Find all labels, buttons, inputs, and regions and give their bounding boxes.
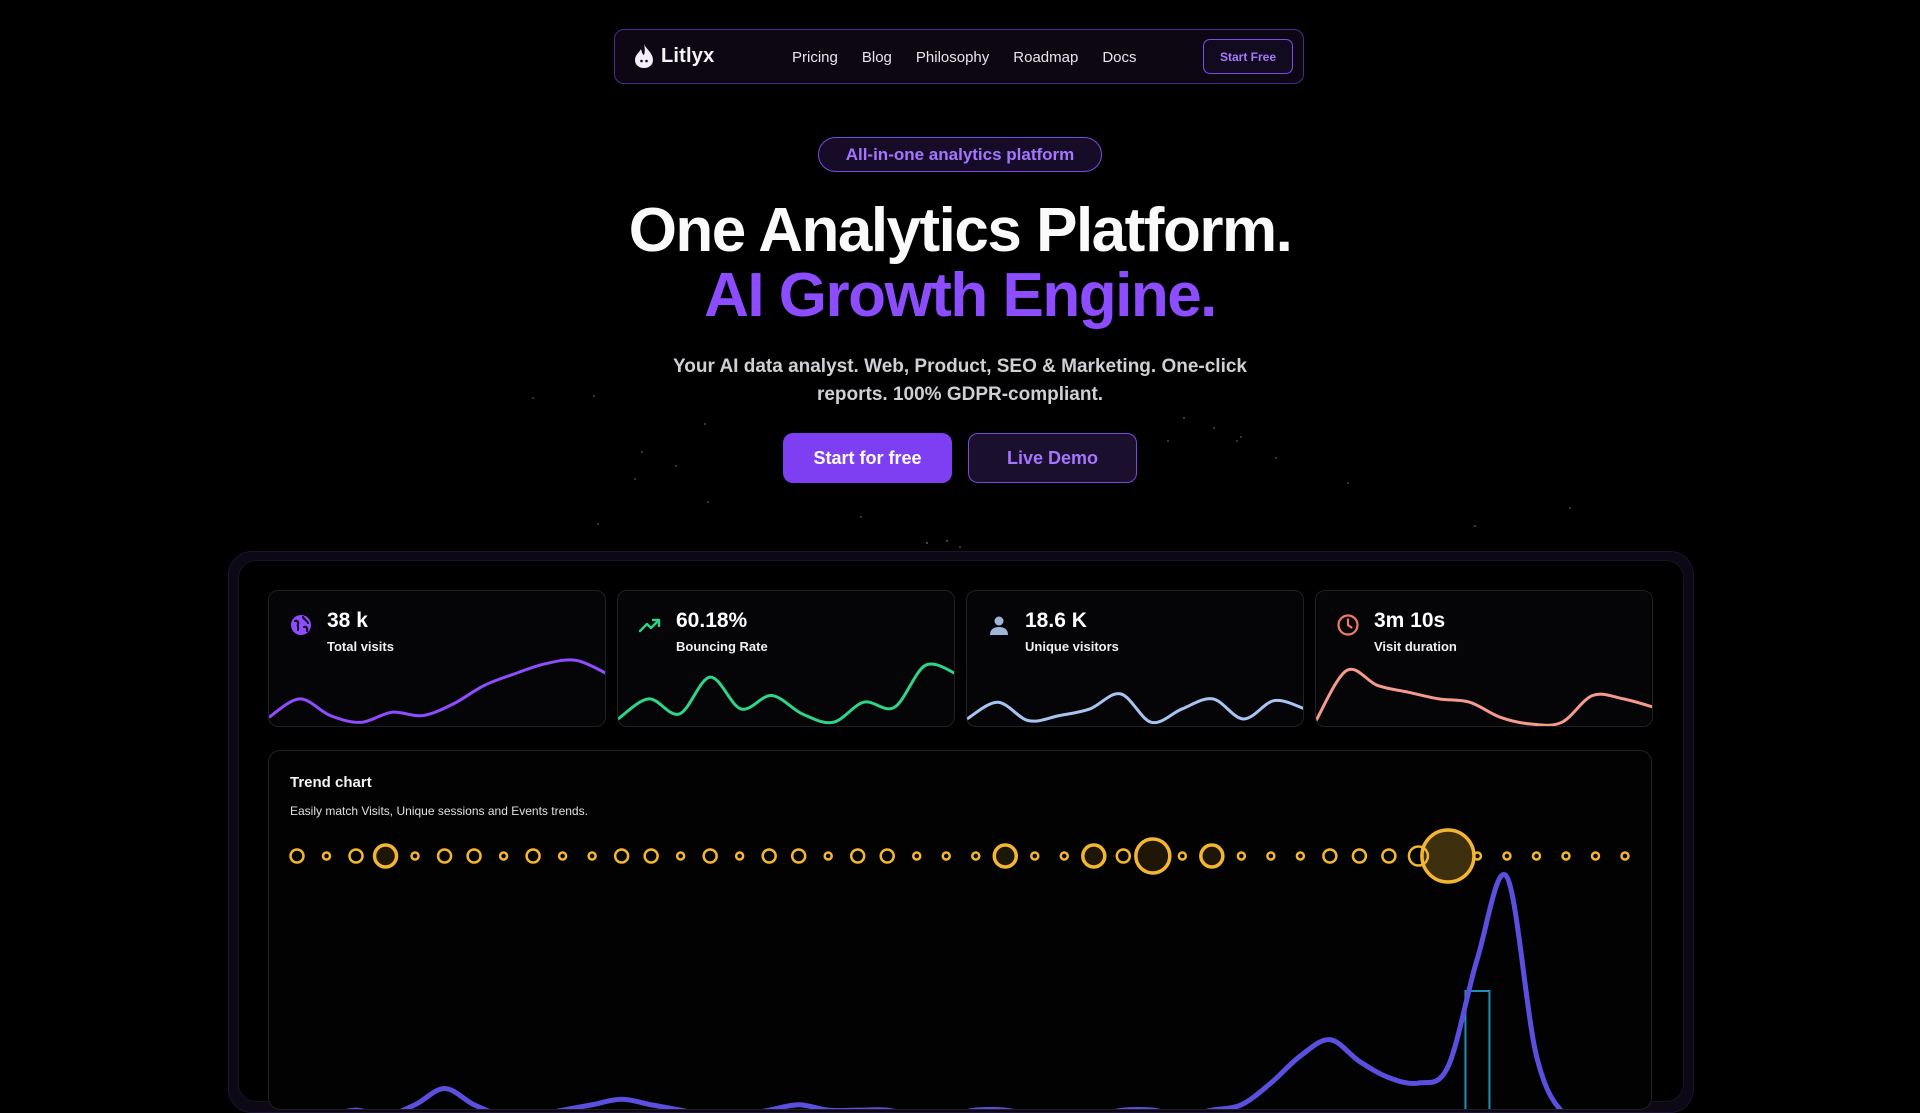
events-dot bbox=[1030, 851, 1040, 861]
events-dot bbox=[289, 848, 305, 864]
stat-card-total-visits: 38 k Total visits bbox=[268, 590, 606, 727]
nav-links: Pricing Blog Philosophy Roadmap Docs bbox=[792, 30, 1137, 85]
events-dot bbox=[1531, 851, 1542, 861]
events-dot bbox=[372, 843, 399, 869]
events-dot bbox=[321, 851, 332, 861]
events-dot bbox=[1177, 851, 1188, 861]
events-dot bbox=[1502, 851, 1512, 861]
sparkline-series bbox=[1316, 667, 1652, 726]
events-dot bbox=[992, 843, 1019, 869]
events-dot bbox=[1420, 828, 1476, 884]
events-dot bbox=[498, 851, 509, 861]
trend-chart-title: Trend chart bbox=[290, 774, 372, 791]
live-demo-button[interactable]: Live Demo bbox=[968, 433, 1137, 483]
events-dot bbox=[734, 851, 745, 861]
events-dot bbox=[1115, 848, 1132, 864]
start-for-free-button[interactable]: Start for free bbox=[783, 433, 952, 483]
hero-subtitle: Your AI data analyst. Web, Product, SEO … bbox=[673, 356, 1247, 405]
events-dot bbox=[1351, 848, 1368, 864]
sparkline bbox=[967, 692, 1303, 725]
sparkline bbox=[269, 658, 605, 724]
events-dot bbox=[675, 851, 686, 861]
nav-link-philosophy[interactable]: Philosophy bbox=[916, 49, 989, 66]
stat-card-visit-duration: 3m 10s Visit duration bbox=[1315, 590, 1653, 727]
trend-chart-card: Trend chart Easily match Visits, Unique … bbox=[268, 750, 1652, 1110]
events-dot bbox=[557, 851, 568, 861]
events-dot bbox=[466, 848, 482, 864]
start-free-button[interactable]: Start Free bbox=[1203, 39, 1293, 74]
sparkline bbox=[618, 662, 954, 725]
sparkline bbox=[1316, 667, 1652, 726]
sparkline-series bbox=[618, 662, 954, 725]
events-dot bbox=[1561, 851, 1571, 861]
logo-icon bbox=[635, 44, 653, 68]
events-dot bbox=[1266, 851, 1276, 861]
stat-card-unique-visitors: 18.6 K Unique visitors bbox=[966, 590, 1304, 727]
events-dot bbox=[761, 848, 777, 864]
events-dot bbox=[1134, 837, 1172, 875]
events-dot bbox=[790, 848, 807, 864]
events-dot bbox=[1059, 851, 1070, 861]
nav-link-roadmap[interactable]: Roadmap bbox=[1013, 49, 1078, 66]
events-dot bbox=[1236, 851, 1247, 861]
events-dot bbox=[941, 851, 951, 861]
logo[interactable]: Litlyx bbox=[633, 43, 714, 69]
events-dot bbox=[911, 851, 922, 861]
globe-icon bbox=[291, 615, 311, 635]
sparkline-series bbox=[967, 692, 1303, 725]
events-dot bbox=[587, 851, 597, 861]
trend-chart-subtitle: Easily match Visits, Unique sessions and… bbox=[290, 804, 588, 818]
stat-value: 3m 10s bbox=[1374, 609, 1446, 632]
events-dot bbox=[410, 851, 420, 861]
sessions-bar bbox=[1464, 990, 1491, 1109]
events-dot bbox=[1322, 848, 1338, 864]
events-dot bbox=[1590, 851, 1601, 861]
stat-value: 60.18% bbox=[676, 609, 748, 632]
events-dot bbox=[1472, 851, 1483, 861]
hero-badge: All-in-one analytics platform bbox=[818, 137, 1102, 172]
nav-link-pricing[interactable]: Pricing bbox=[792, 49, 838, 66]
events-dot bbox=[1381, 848, 1397, 864]
stat-value: 18.6 K bbox=[1025, 609, 1087, 632]
visits-line bbox=[345, 872, 1564, 1109]
sparkline-series bbox=[269, 658, 605, 724]
top-navbar: Litlyx Pricing Blog Philosophy Roadmap D… bbox=[614, 29, 1304, 84]
stat-card-bouncing-rate: 60.18% Bouncing Rate bbox=[617, 590, 955, 727]
events-dot bbox=[823, 851, 833, 861]
nav-link-blog[interactable]: Blog bbox=[862, 49, 892, 66]
clock-icon bbox=[1337, 614, 1359, 636]
events-dot bbox=[1295, 851, 1306, 861]
hero-headline-line2: AI Growth Engine. bbox=[704, 261, 1217, 330]
logo-text: Litlyx bbox=[661, 44, 715, 67]
trending-up-icon bbox=[638, 618, 661, 633]
events-dot bbox=[702, 848, 718, 864]
events-dot bbox=[1081, 843, 1107, 869]
events-dot bbox=[971, 851, 981, 861]
user-icon bbox=[990, 616, 1008, 635]
nav-link-docs[interactable]: Docs bbox=[1102, 49, 1136, 66]
stat-value: 38 k bbox=[327, 609, 368, 632]
events-dot bbox=[525, 848, 541, 864]
events-dot bbox=[1620, 851, 1630, 861]
hero-headline-line1: One Analytics Platform. bbox=[628, 196, 1293, 265]
events-dot bbox=[348, 848, 364, 864]
events-dot bbox=[849, 848, 866, 864]
events-dot bbox=[1199, 843, 1225, 869]
events-dot bbox=[643, 848, 659, 864]
events-dot bbox=[613, 848, 630, 864]
events-dot bbox=[436, 848, 453, 864]
events-dot bbox=[879, 848, 895, 864]
